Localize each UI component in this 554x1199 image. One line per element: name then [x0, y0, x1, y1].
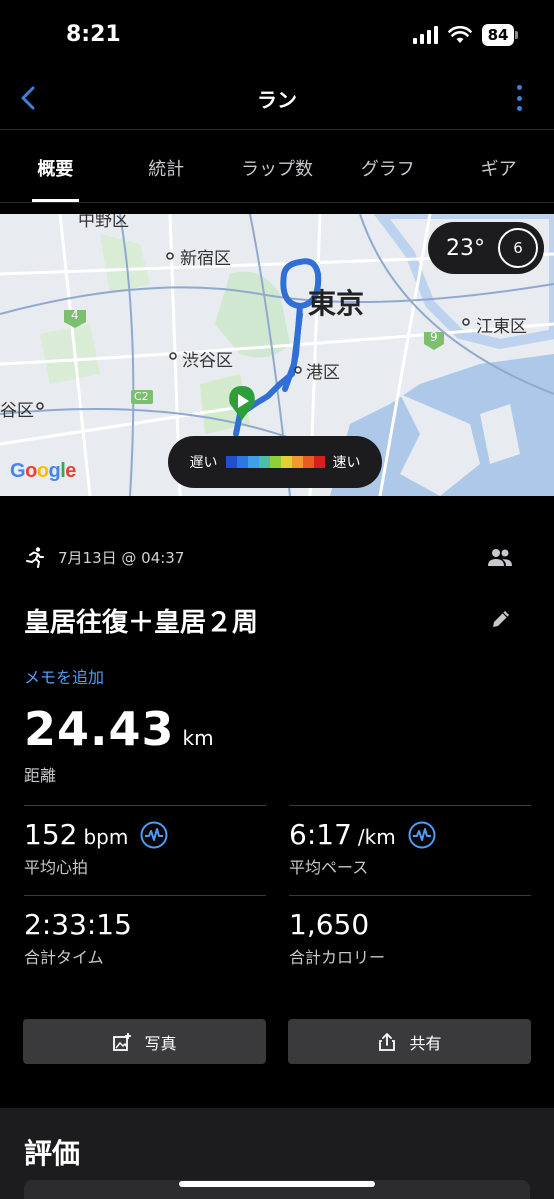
heart-rate-unit: bpm	[83, 825, 129, 849]
battery-level: 84	[482, 24, 514, 46]
tab-graph[interactable]: グラフ	[332, 131, 443, 202]
map-label-top: 中野区	[78, 214, 129, 231]
tab-laps[interactable]: ラップ数	[222, 131, 333, 202]
heart-rate-chart-icon[interactable]	[140, 821, 168, 849]
calories-label: 合計カロリー	[289, 948, 386, 967]
heart-rate-value: 152	[24, 818, 78, 851]
cellular-signal-icon	[413, 26, 438, 44]
stat-pace: 6:17 /km 平均ペース	[289, 805, 531, 895]
map-label-tokyo: 東京	[308, 287, 365, 320]
speed-legend-fast: 速い	[332, 455, 361, 471]
nav-header: ラン	[0, 70, 554, 130]
route-badge-9: 9	[430, 330, 438, 344]
weather-pill: 23° 6	[428, 222, 544, 274]
distance-label: 距離	[24, 766, 57, 785]
pace-value: 6:17	[289, 818, 352, 851]
speed-color-swatch	[313, 456, 325, 468]
status-icons: 84	[413, 24, 518, 46]
route-badge-c2: C2	[134, 390, 149, 403]
wifi-icon	[448, 26, 472, 43]
status-time: 8:21	[66, 22, 121, 47]
speed-color-swatch	[302, 456, 314, 468]
map-label-shibuya: 渋谷区	[182, 351, 233, 371]
map-label-minato: 港区	[306, 363, 340, 383]
map-label-partial-ward: 谷区	[0, 401, 34, 421]
more-menu-icon[interactable]	[512, 82, 526, 114]
distance-unit: km	[182, 726, 214, 750]
temperature: 23°	[446, 235, 485, 261]
map-label-shinjuku: 新宿区	[180, 249, 231, 269]
map-label-koto: 江東区	[476, 317, 527, 337]
distance-value: 24.43	[24, 702, 175, 756]
edit-pencil-icon[interactable]	[490, 608, 512, 630]
distance-display: 24.43 km	[24, 702, 214, 756]
speed-color-swatch	[291, 456, 303, 468]
speed-color-swatch	[247, 456, 259, 468]
route-map[interactable]: 中野区 新宿区 東京 江東区 渋谷区 港区 谷区 4 9 C2 23° 6 遅い…	[0, 214, 554, 496]
tab-overview[interactable]: 概要	[0, 131, 111, 202]
speed-color-swatch	[280, 456, 292, 468]
speed-color-swatch	[258, 456, 270, 468]
heart-rate-label: 平均心拍	[24, 858, 89, 877]
home-indicator	[179, 1181, 375, 1187]
speed-legend: 遅い 速い	[168, 436, 382, 488]
activity-title: 皇居往復＋皇居２周	[24, 608, 259, 638]
activity-date: 7月13日 @ 04:37	[58, 548, 185, 567]
route-badge-4: 4	[71, 308, 79, 322]
stat-total-time: 2:33:15 合計タイム	[24, 895, 266, 985]
speed-legend-slow: 遅い	[189, 455, 218, 471]
stat-heart-rate: 152 bpm 平均心拍	[24, 805, 266, 895]
tab-bar: 概要 統計 ラップ数 グラフ ギア	[0, 131, 554, 203]
add-photo-icon	[113, 1032, 132, 1051]
add-photo-label: 写真	[144, 1033, 177, 1053]
pace-unit: /km	[357, 825, 396, 849]
stat-calories: 1,650 合計カロリー	[289, 895, 531, 985]
rating-title: 評価	[24, 1137, 81, 1170]
tab-stats[interactable]: 統計	[111, 131, 222, 202]
status-bar: 8:21 84	[0, 0, 554, 70]
pace-chart-icon[interactable]	[408, 821, 436, 849]
running-icon	[26, 547, 44, 568]
google-attribution-logo: Google	[10, 460, 76, 482]
wind-indicator-icon: 6	[498, 228, 538, 268]
battery-icon: 84	[482, 24, 518, 46]
activity-meta: 7月13日 @ 04:37	[24, 546, 184, 568]
add-photo-button[interactable]: 写真	[23, 1019, 266, 1064]
tab-gear[interactable]: ギア	[443, 131, 554, 202]
people-icon[interactable]	[486, 544, 514, 572]
speed-color-swatch	[236, 456, 248, 468]
speed-color-swatch	[225, 456, 237, 468]
wind-speed: 6	[513, 239, 523, 257]
add-memo-link[interactable]: メモを追加	[24, 664, 104, 688]
share-label: 共有	[409, 1033, 442, 1053]
share-icon	[379, 1032, 396, 1051]
total-time-label: 合計タイム	[24, 948, 104, 967]
calories-value: 1,650	[289, 908, 370, 941]
total-time-value: 2:33:15	[24, 908, 132, 941]
share-button[interactable]: 共有	[288, 1019, 531, 1064]
speed-color-bar	[225, 456, 325, 468]
speed-color-swatch	[269, 456, 281, 468]
page-title: ラン	[257, 88, 297, 112]
pace-label: 平均ペース	[289, 858, 369, 877]
